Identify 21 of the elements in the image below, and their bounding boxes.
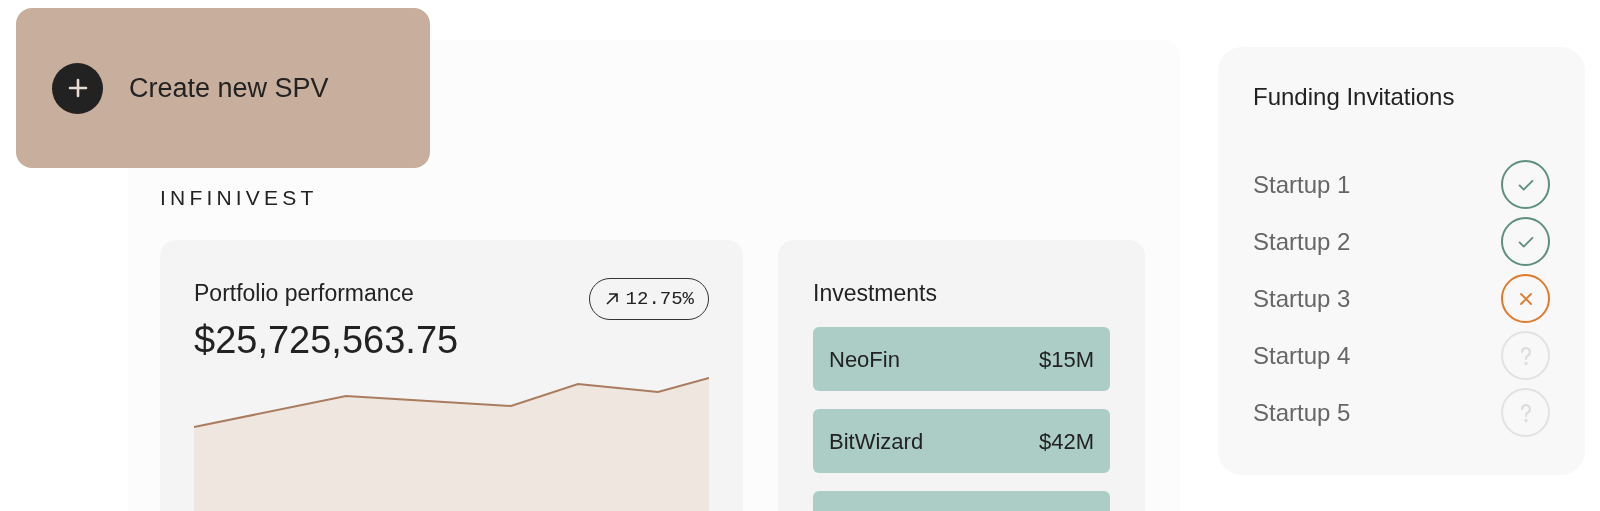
investment-name: BitWizard bbox=[829, 427, 924, 456]
portfolio-value: $25,725,563.75 bbox=[194, 321, 459, 359]
investment-row[interactable]: NeoFin $15M bbox=[813, 327, 1110, 391]
funding-title: Funding Invitations bbox=[1253, 85, 1456, 109]
check-icon[interactable] bbox=[1501, 217, 1550, 266]
investment-name: NeoFin bbox=[829, 345, 900, 374]
cross-icon[interactable] bbox=[1501, 274, 1550, 323]
investment-amount: $15M bbox=[1038, 345, 1094, 374]
startup-name: Startup 3 bbox=[1253, 283, 1351, 314]
investment-amount: $42M bbox=[1038, 427, 1094, 456]
startup-name: Startup 4 bbox=[1253, 340, 1351, 371]
investments-title: Investments bbox=[813, 282, 938, 305]
startup-name: Startup 5 bbox=[1253, 397, 1351, 428]
investment-row[interactable]: BitWizard $42M bbox=[813, 409, 1110, 473]
create-spv-button[interactable]: Create new SPV bbox=[16, 8, 430, 168]
startup-name: Startup 1 bbox=[1253, 169, 1351, 200]
plus-icon bbox=[52, 62, 103, 114]
check-icon[interactable] bbox=[1501, 160, 1550, 209]
portfolio-title: Portfolio performance bbox=[194, 282, 415, 305]
brand-name: INFINIVEST bbox=[160, 187, 319, 208]
startup-name: Startup 2 bbox=[1253, 226, 1351, 257]
